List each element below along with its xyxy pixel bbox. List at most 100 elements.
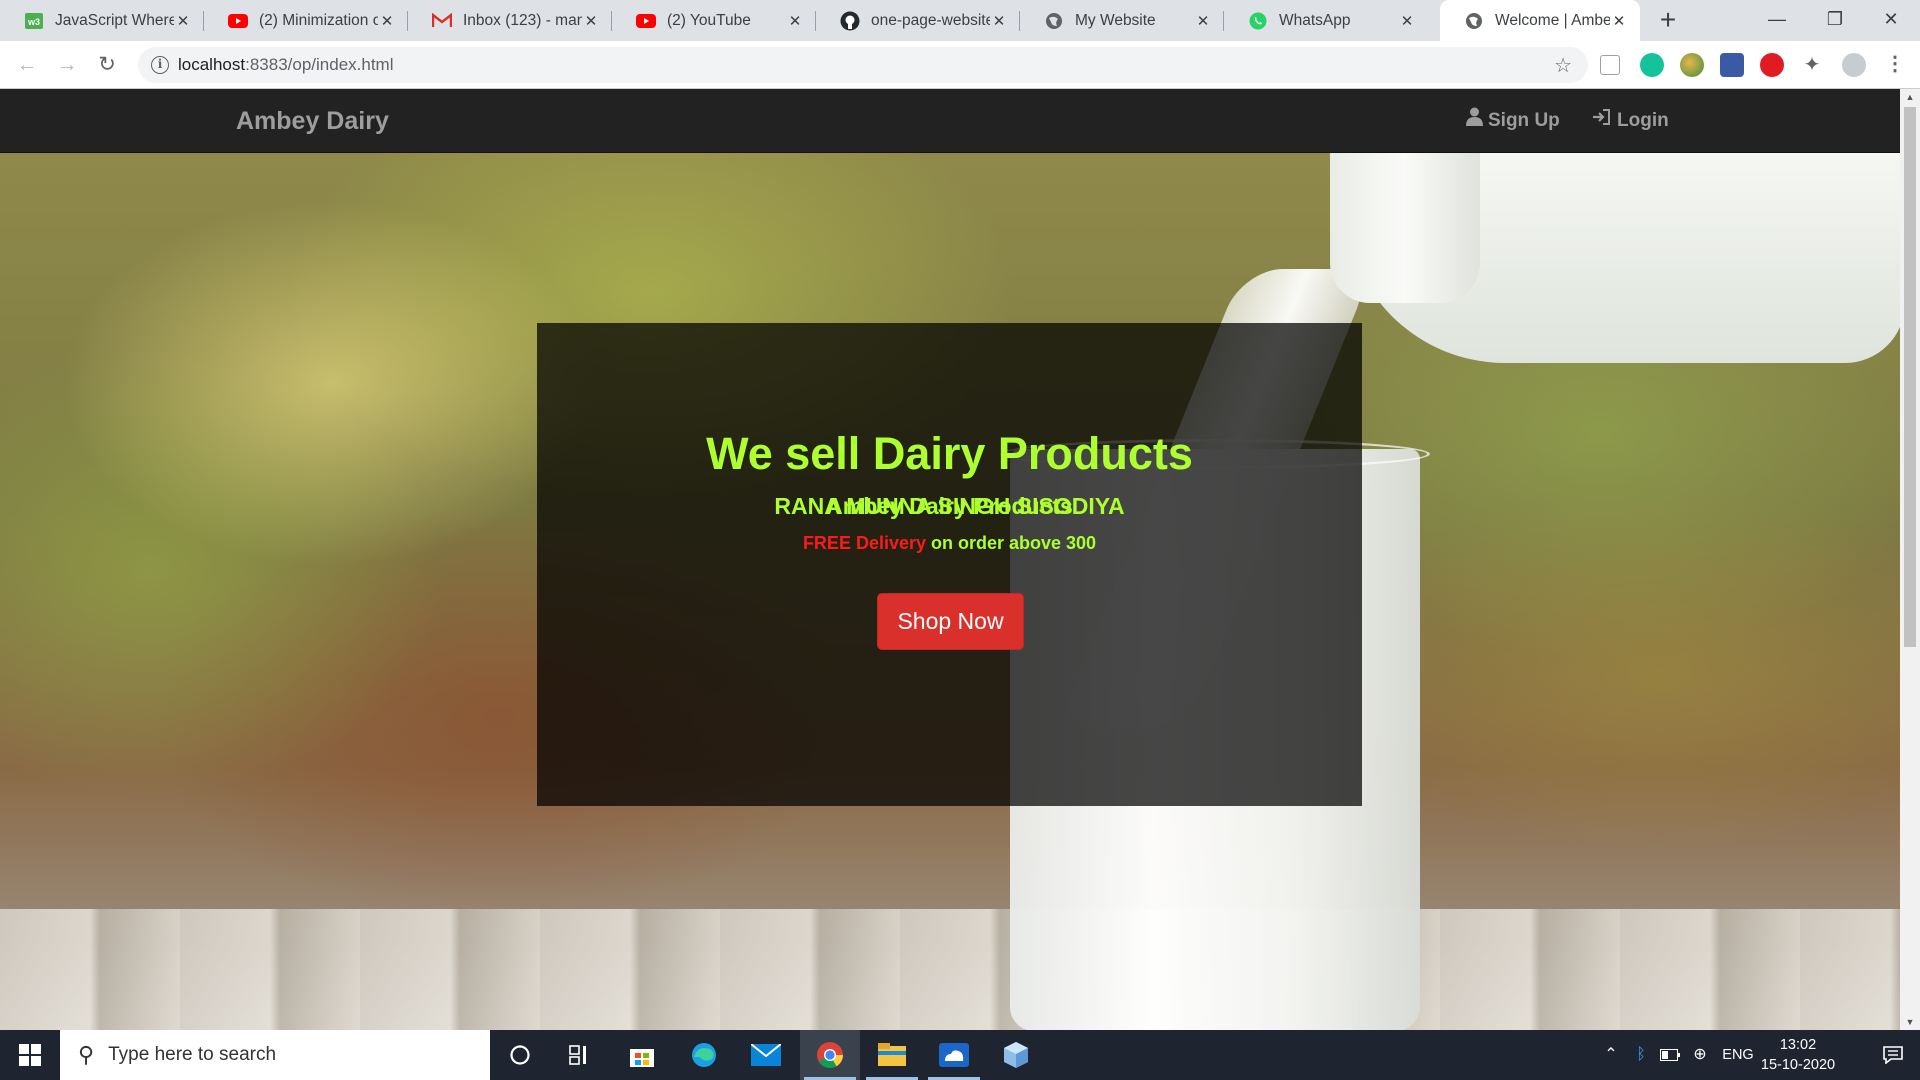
taskbar-search-box[interactable]: ⚲ Type here to search: [60, 1030, 490, 1080]
close-window-icon[interactable]: ✕: [1862, 0, 1920, 41]
delivery-condition-text: on order above 300: [926, 533, 1097, 553]
free-delivery-text: FREE Delivery: [802, 533, 926, 553]
minimize-window-icon[interactable]: —: [1748, 0, 1806, 41]
hero-title: We sell Dairy Products: [706, 428, 1193, 479]
tab-title: WhatsApp: [1279, 11, 1351, 29]
github-icon: [840, 11, 860, 31]
reload-icon[interactable]: ↻: [92, 50, 122, 80]
chrome-taskbar-icon[interactable]: [800, 1030, 860, 1080]
tab-title: My Website: [1075, 11, 1156, 29]
tab-welcome-ambey[interactable]: Welcome | Ambey ✕: [1440, 0, 1640, 41]
svg-text:w3: w3: [27, 17, 40, 27]
clock-date: 15-10-2020: [1760, 1057, 1836, 1073]
globe-icon: [1044, 11, 1064, 31]
grammarly-icon[interactable]: [1640, 53, 1664, 77]
url-host: localhost: [178, 55, 246, 74]
tab-title: JavaScript Where T: [55, 11, 174, 29]
signup-link[interactable]: Sign Up: [1466, 89, 1560, 153]
tab-youtube[interactable]: (2) YouTube ✕: [612, 0, 816, 41]
scrollbar-thumb[interactable]: [1904, 107, 1916, 647]
browser-menu-icon[interactable]: ⋮: [1885, 51, 1905, 76]
microsoft-store-icon[interactable]: [612, 1030, 672, 1080]
search-icon: ⚲: [78, 1042, 95, 1067]
mail-icon[interactable]: [736, 1030, 796, 1080]
gmail-icon: [432, 11, 452, 31]
search-placeholder: Type here to search: [108, 1044, 277, 1065]
clock-time: 13:02: [1779, 1037, 1817, 1053]
close-tab-icon[interactable]: ✕: [1610, 12, 1628, 30]
site-info-icon[interactable]: i: [151, 56, 169, 74]
close-tab-icon[interactable]: ✕: [174, 12, 192, 30]
task-view-icon[interactable]: [550, 1030, 610, 1080]
windows-start-icon[interactable]: [0, 1030, 60, 1080]
close-tab-icon[interactable]: ✕: [1194, 12, 1212, 30]
show-hidden-icons[interactable]: ⌃: [1598, 1030, 1624, 1080]
url-path: :8383/op/index.html: [245, 55, 394, 74]
language-indicator[interactable]: ENG: [1718, 1030, 1758, 1080]
windows-taskbar: ⚲ Type here to search ⌃ ᛒ ⊕ ENG 13:02 15…: [0, 1030, 1920, 1080]
w3schools-icon: w3: [24, 11, 44, 31]
hero-jumbotron: We sell Dairy Products Ambey Dairy Produ…: [537, 323, 1362, 806]
tab-javascript[interactable]: w3 JavaScript Where T ✕: [0, 0, 204, 41]
browser-toolbar: ← → ↻ i localhost:8383/op/index.html ☆ ✦…: [0, 41, 1920, 89]
close-tab-icon[interactable]: ✕: [990, 12, 1008, 30]
tab-one-page-website[interactable]: one-page-website ✕: [816, 0, 1020, 41]
extension-globe-icon[interactable]: [1680, 53, 1704, 77]
forward-arrow-icon[interactable]: →: [52, 50, 82, 80]
url-text[interactable]: localhost:8383/op/index.html: [178, 47, 394, 83]
login-link[interactable]: Login: [1592, 89, 1669, 153]
restore-window-icon[interactable]: ❐: [1806, 0, 1864, 41]
login-icon: [1592, 89, 1612, 153]
user-icon: [1466, 89, 1483, 153]
new-tab-button[interactable]: +: [1654, 6, 1682, 35]
bookmark-star-icon[interactable]: ☆: [1554, 53, 1572, 78]
file-explorer-icon[interactable]: [862, 1030, 922, 1080]
site-brand-link[interactable]: Ambey Dairy: [236, 89, 389, 153]
shop-now-button[interactable]: Shop Now: [877, 593, 1024, 650]
delivery-note: FREE Delivery on order above 300: [537, 533, 1362, 554]
notifications-icon[interactable]: [1866, 1030, 1920, 1080]
close-tab-icon[interactable]: ✕: [378, 12, 396, 30]
globe-icon: [1464, 11, 1484, 31]
cloud-app-icon[interactable]: [924, 1030, 984, 1080]
tab-title: (2) Minimization of: [259, 11, 378, 29]
close-tab-icon[interactable]: ✕: [582, 12, 600, 30]
tab-my-website[interactable]: My Website ✕: [1020, 0, 1224, 41]
browser-tab-strip: w3 JavaScript Where T ✕ (2) Minimization…: [0, 0, 1920, 41]
battery-icon[interactable]: [1656, 1030, 1684, 1080]
tab-inbox[interactable]: Inbox (123) - mani ✕: [408, 0, 612, 41]
cortana-icon[interactable]: [490, 1030, 550, 1080]
extension-red-icon[interactable]: [1760, 53, 1784, 77]
whatsapp-icon: [1248, 11, 1268, 31]
taskbar-clock[interactable]: 13:02 15-10-2020: [1758, 1035, 1838, 1075]
network-globe-icon[interactable]: ⊕: [1686, 1030, 1714, 1080]
signup-label: Sign Up: [1488, 110, 1560, 131]
site-navbar: Ambey Dairy Sign Up Login: [0, 89, 1900, 153]
owner-name: RANA MUNNA SINGH SISODIYA: [774, 493, 1125, 519]
extensions-puzzle-icon[interactable]: ✦: [1800, 53, 1824, 77]
close-tab-icon[interactable]: ✕: [786, 12, 804, 30]
tab-title: (2) YouTube: [667, 11, 751, 29]
scroll-up-icon[interactable]: ▲: [1900, 89, 1920, 105]
extension-cube-icon[interactable]: [1720, 53, 1744, 77]
back-arrow-icon[interactable]: ←: [12, 50, 42, 80]
tab-whatsapp[interactable]: WhatsApp ✕: [1224, 0, 1428, 41]
table-background: [0, 909, 1900, 1030]
youtube-icon: [228, 11, 248, 31]
cube-app-icon[interactable]: [986, 1030, 1046, 1080]
tab-title: Welcome | Ambey: [1495, 11, 1610, 29]
login-label: Login: [1617, 110, 1669, 131]
edge-browser-icon[interactable]: [674, 1030, 734, 1080]
extension-page-icon[interactable]: [1600, 55, 1620, 75]
scroll-down-icon[interactable]: ▼: [1900, 1014, 1920, 1030]
bottle-neck-image: [1330, 153, 1480, 303]
page-scrollbar[interactable]: ▲ ▼: [1900, 89, 1920, 1030]
tab-title: one-page-website: [871, 11, 990, 29]
tab-minimization[interactable]: (2) Minimization of ✕: [204, 0, 408, 41]
address-bar[interactable]: i localhost:8383/op/index.html ☆: [138, 47, 1588, 83]
close-tab-icon[interactable]: ✕: [1398, 12, 1416, 30]
tab-title: Inbox (123) - mani: [463, 11, 582, 29]
profile-avatar[interactable]: [1842, 53, 1866, 77]
bluetooth-icon[interactable]: ᛒ: [1628, 1030, 1654, 1080]
page-viewport: Ambey Dairy Sign Up Login We sell Dairy …: [0, 89, 1900, 1030]
